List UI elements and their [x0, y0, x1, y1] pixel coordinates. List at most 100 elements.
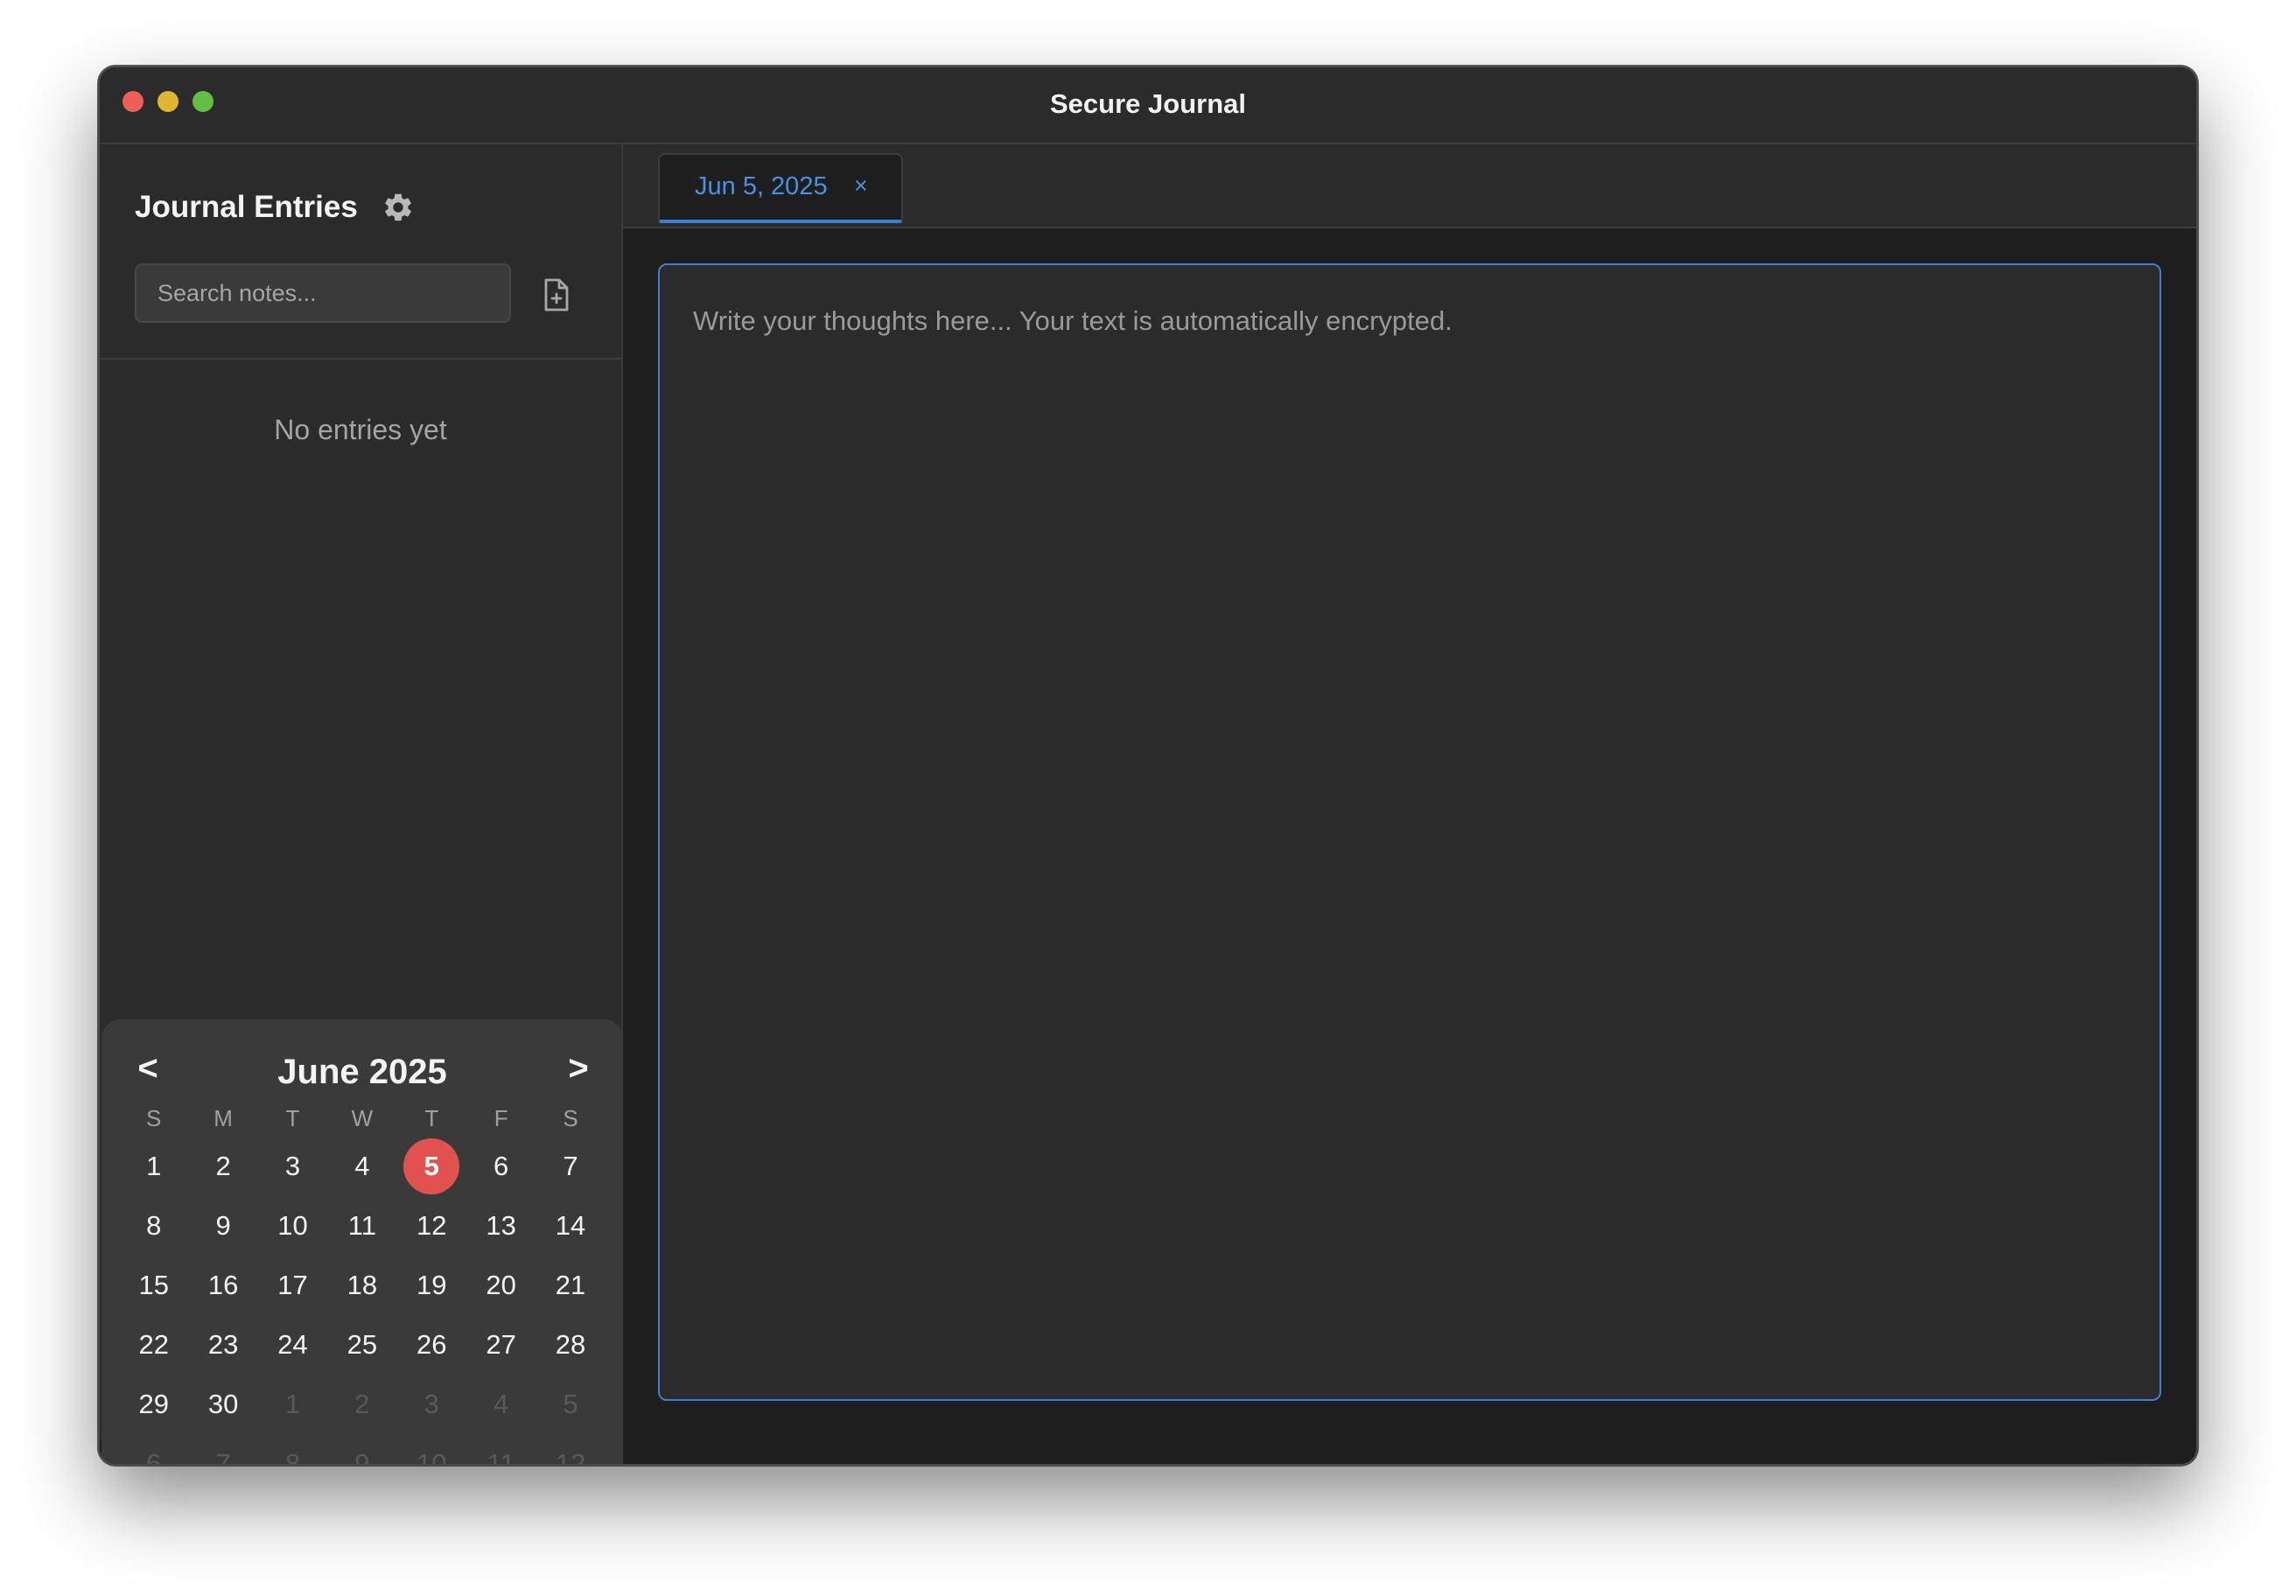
calendar-day[interactable]: 28 [536, 1315, 605, 1375]
calendar-day[interactable]: 17 [258, 1256, 327, 1315]
calendar-weekday-header: S M T W T F S [119, 1105, 606, 1132]
calendar-day[interactable]: 15 [119, 1256, 188, 1315]
calendar-day[interactable]: 2 [327, 1375, 396, 1434]
calendar-day[interactable]: 7 [536, 1137, 605, 1196]
calendar-day-number: 9 [215, 1210, 231, 1241]
calendar-day[interactable]: 3 [258, 1137, 327, 1196]
calendar-day-number: 7 [215, 1448, 231, 1466]
calendar-day-number: 11 [347, 1210, 376, 1241]
calendar-day-number: 28 [555, 1329, 586, 1360]
calendar-month-label: June 2025 [277, 1053, 447, 1091]
calendar-day[interactable]: 4 [466, 1375, 536, 1434]
calendar-day[interactable]: 12 [397, 1196, 466, 1256]
calendar-day[interactable]: 27 [466, 1315, 536, 1375]
journal-editor[interactable] [658, 263, 2161, 1401]
weekday-label: T [424, 1105, 439, 1131]
calendar-day[interactable]: 11 [466, 1434, 536, 1466]
calendar-day-number: 5 [563, 1389, 578, 1419]
new-document-icon[interactable] [541, 277, 572, 312]
calendar-day[interactable]: 9 [188, 1196, 257, 1256]
gear-icon[interactable] [382, 191, 415, 224]
calendar-day[interactable]: 13 [466, 1196, 536, 1256]
calendar-day-number: 4 [494, 1389, 509, 1419]
main-panel: Jun 5, 2025 × [623, 144, 2196, 1464]
calendar-day-number: 18 [346, 1270, 378, 1300]
calendar-day[interactable]: 8 [119, 1196, 188, 1256]
calendar-day[interactable]: 8 [258, 1434, 327, 1464]
calendar-day-number: 8 [146, 1210, 162, 1241]
search-input[interactable] [135, 263, 511, 323]
calendar-day[interactable]: 9 [327, 1434, 396, 1466]
calendar-day[interactable]: 7 [188, 1434, 257, 1466]
calendar-day-number: 7 [563, 1151, 578, 1181]
calendar-day[interactable]: 10 [258, 1196, 327, 1256]
calendar-day-selected[interactable]: 5 [397, 1137, 466, 1196]
calendar-day[interactable]: 20 [466, 1256, 536, 1315]
calendar-day-number: 30 [207, 1389, 239, 1419]
next-month-button[interactable]: > [556, 1049, 600, 1088]
calendar-day[interactable]: 26 [397, 1315, 466, 1375]
calendar-day[interactable]: 24 [258, 1315, 327, 1375]
calendar-day-number: 26 [416, 1329, 447, 1360]
calendar-day[interactable]: 11 [327, 1196, 396, 1256]
empty-entries-message: No entries yet [274, 414, 447, 445]
sidebar-divider [100, 358, 621, 360]
calendar-day-number: 19 [416, 1270, 447, 1300]
calendar-day[interactable]: 1 [258, 1375, 327, 1434]
calendar-day-number: 9 [354, 1448, 370, 1466]
calendar-day-number: 17 [277, 1270, 308, 1300]
calendar-day[interactable]: 19 [397, 1256, 466, 1315]
calendar-day[interactable]: 18 [327, 1256, 396, 1315]
calendar-day-number: 1 [146, 1151, 162, 1181]
calendar-day[interactable]: 2 [188, 1137, 257, 1196]
tab-close-icon[interactable]: × [854, 172, 868, 200]
calendar-day[interactable]: 12 [536, 1434, 605, 1466]
calendar-day-number: 25 [346, 1329, 378, 1360]
calendar-day-number: 11 [486, 1448, 515, 1466]
calendar-day[interactable]: 21 [536, 1256, 605, 1315]
calendar-day-number: 16 [207, 1270, 239, 1300]
calendar-day-number: 22 [138, 1329, 169, 1360]
calendar-day[interactable]: 25 [327, 1315, 396, 1375]
calendar-day-number: 6 [494, 1151, 509, 1181]
tab-jun-5-2025[interactable]: Jun 5, 2025 × [658, 153, 903, 223]
calendar-day[interactable]: 16 [188, 1256, 257, 1315]
calendar-day[interactable]: 22 [119, 1315, 188, 1375]
weekday-label: S [146, 1105, 162, 1131]
sidebar: Journal Entries No entries yet < June 20… [100, 144, 623, 1464]
calendar-day-number: 12 [555, 1448, 586, 1466]
mini-calendar: < June 2025 > S M T W T F S 1 2 3 4 5 6 7 8 9 10 1… [102, 1019, 623, 1466]
tab-bar: Jun 5, 2025 × [623, 144, 2196, 228]
calendar-day[interactable]: 30 [188, 1375, 257, 1434]
calendar-day-number: 10 [416, 1448, 447, 1466]
calendar-day[interactable]: 14 [536, 1196, 605, 1256]
calendar-day[interactable]: 10 [397, 1434, 466, 1466]
calendar-day-number: 15 [138, 1270, 169, 1300]
calendar-day[interactable]: 1 [119, 1137, 188, 1196]
window-title: Secure Journal [1050, 88, 1246, 119]
weekday-label: W [351, 1105, 374, 1131]
calendar-day-number: 3 [424, 1389, 439, 1419]
calendar-day[interactable]: 4 [327, 1137, 396, 1196]
weekday-label: F [494, 1105, 508, 1131]
weekday-label: S [563, 1105, 578, 1131]
weekday-label: T [285, 1105, 300, 1131]
calendar-day-number: 2 [354, 1389, 370, 1419]
calendar-day-number: 5 [403, 1138, 460, 1194]
active-tab-indicator [660, 220, 901, 223]
calendar-day-number: 10 [277, 1210, 308, 1241]
calendar-day-number: 21 [555, 1270, 586, 1300]
calendar-day[interactable]: 23 [188, 1315, 257, 1375]
calendar-day-number: 29 [138, 1389, 169, 1419]
calendar-day-number: 4 [354, 1151, 370, 1181]
calendar-day[interactable]: 3 [397, 1375, 466, 1434]
calendar-day[interactable]: 5 [536, 1375, 605, 1434]
calendar-day-number: 27 [486, 1329, 516, 1360]
calendar-day[interactable]: 6 [466, 1137, 536, 1196]
app-window: Secure Journal Journal Entries No entrie… [98, 66, 2198, 1466]
sidebar-title: Journal Entries [135, 190, 358, 224]
calendar-day[interactable]: 29 [119, 1375, 188, 1434]
calendar-day-number: 14 [555, 1210, 586, 1241]
calendar-day[interactable]: 6 [119, 1434, 188, 1464]
calendar-day-number: 3 [284, 1151, 301, 1181]
